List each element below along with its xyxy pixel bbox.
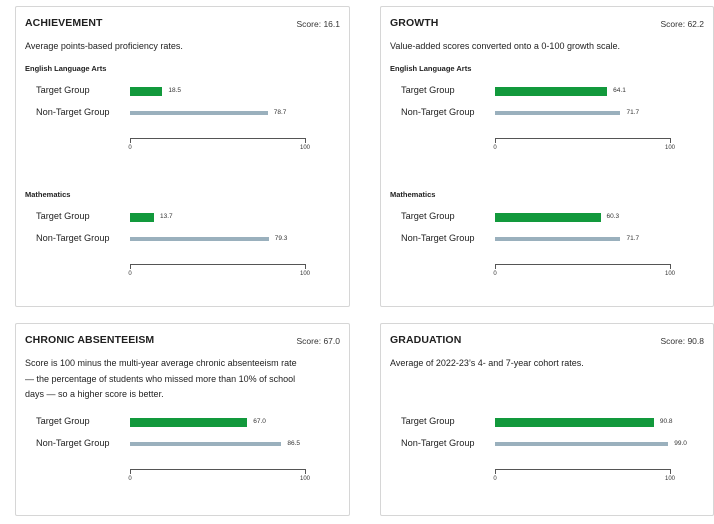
x-axis-line [495, 264, 670, 265]
bar-value-label: 13.7 [159, 213, 173, 220]
section-title: Mathematics [25, 190, 71, 199]
target-group-bar [130, 212, 154, 222]
non-target-group-bar [495, 442, 669, 446]
x-axis-tick [495, 264, 496, 269]
x-axis-tick-label: 100 [299, 271, 311, 277]
card-graduation: GRADUATION Score: 90.8 Average of 2022-23’… [380, 323, 714, 516]
x-axis-tick [670, 469, 671, 474]
bar-value-label: 90.8 [659, 418, 673, 425]
x-axis-tick-label: 100 [664, 476, 676, 482]
bar-value-label: 78.7 [273, 109, 287, 116]
x-axis-line [130, 138, 305, 139]
bar-value-label: 64.1 [613, 87, 626, 94]
bar-label: Target Group [36, 416, 90, 426]
card-description-line: Average points-based proficiency rates. [25, 41, 183, 51]
non-target-group-bar [130, 237, 269, 241]
x-axis-tick-label: 0 [493, 271, 497, 277]
card-chronic-absenteeism: CHRONIC ABSENTEEISM Score: 67.0 Score is 1… [15, 323, 350, 516]
x-axis-line [495, 138, 670, 139]
section-title: Mathematics [390, 190, 436, 199]
card-description-line: Score is 100 minus the multi-year averag… [25, 358, 297, 368]
bar-label: Target Group [401, 416, 455, 426]
card-description-line: — the percentage of students who missed … [25, 373, 296, 384]
non-target-group-bar [130, 442, 282, 446]
bar-label: Non-Target Group [36, 233, 110, 243]
x-axis-line [495, 469, 670, 470]
bar-value-label: 60.3 [606, 213, 620, 220]
card-title: ACHIEVEMENT [25, 17, 103, 29]
bar-label: Target Group [401, 85, 455, 95]
section-title: English Language Arts [390, 64, 472, 73]
x-axis-tick [130, 264, 131, 269]
non-target-group-bar [495, 237, 621, 241]
x-axis-tick-label: 100 [299, 476, 311, 482]
card-description-line: Average of 2022-23’s 4- and 7-year cohor… [390, 358, 584, 368]
bar-label: Target Group [36, 85, 90, 95]
bar-value-label: 86.5 [287, 440, 301, 447]
card-score: Score: 90.8 [660, 336, 704, 346]
card-description-line: days — so a higher score is better. [25, 389, 164, 399]
card-title: GRADUATION [390, 334, 462, 346]
x-axis-line [130, 469, 305, 470]
card-score: Score: 67.0 [296, 336, 340, 346]
x-axis-tick [495, 138, 496, 143]
x-axis-tick [305, 469, 306, 474]
bar-label: Non-Target Group [401, 107, 475, 117]
card-description-line: Value-added scores converted onto a 0-10… [390, 41, 620, 51]
x-axis-tick-label: 0 [128, 145, 132, 151]
bar-label: Non-Target Group [401, 233, 475, 243]
x-axis-tick-label: 0 [128, 271, 132, 277]
x-axis-tick-label: 100 [664, 145, 676, 151]
x-axis-tick [130, 138, 131, 143]
x-axis-tick [130, 469, 131, 474]
card-title: CHRONIC ABSENTEEISM [25, 334, 155, 346]
x-axis-tick [305, 264, 306, 269]
x-axis-tick [495, 469, 496, 474]
bar-value-label: 71.7 [626, 109, 640, 116]
bar-label: Non-Target Group [401, 438, 475, 448]
bar-label: Target Group [36, 211, 90, 221]
card-achievement: ACHIEVEMENT Score: 16.1 Average points-bas… [15, 6, 350, 307]
card-score: Score: 62.2 [660, 19, 704, 29]
non-target-group-bar [130, 111, 268, 115]
card-score: Score: 16.1 [296, 19, 340, 29]
x-axis-tick-label: 0 [493, 476, 497, 482]
bar-value-label: 18.5 [168, 87, 182, 94]
bar-label: Target Group [401, 211, 455, 221]
x-axis-tick-label: 0 [493, 145, 497, 151]
x-axis-line [130, 264, 305, 265]
target-group-bar [130, 86, 163, 96]
bar-value-label: 99.0 [674, 440, 687, 447]
bar-label: Non-Target Group [36, 107, 110, 117]
x-axis-tick [670, 138, 671, 143]
x-axis-tick [305, 138, 306, 143]
bar-value-label: 71.7 [626, 235, 640, 242]
target-group-bar [495, 417, 654, 427]
bar-label: Non-Target Group [36, 438, 110, 448]
bar-value-label: 79.3 [274, 235, 288, 242]
target-group-bar [495, 212, 601, 222]
card-title: GROWTH [390, 17, 439, 29]
section-title: English Language Arts [25, 64, 107, 73]
non-target-group-bar [495, 111, 621, 115]
x-axis-tick-label: 100 [664, 271, 676, 277]
target-group-bar [495, 86, 608, 96]
target-group-bar [130, 417, 248, 427]
bar-value-label: 67.0 [253, 418, 266, 425]
card-growth: GROWTH Score: 62.2 Value-added scores conv… [380, 6, 714, 307]
x-axis-tick [670, 264, 671, 269]
x-axis-tick-label: 100 [299, 145, 311, 151]
x-axis-tick-label: 0 [128, 476, 132, 482]
